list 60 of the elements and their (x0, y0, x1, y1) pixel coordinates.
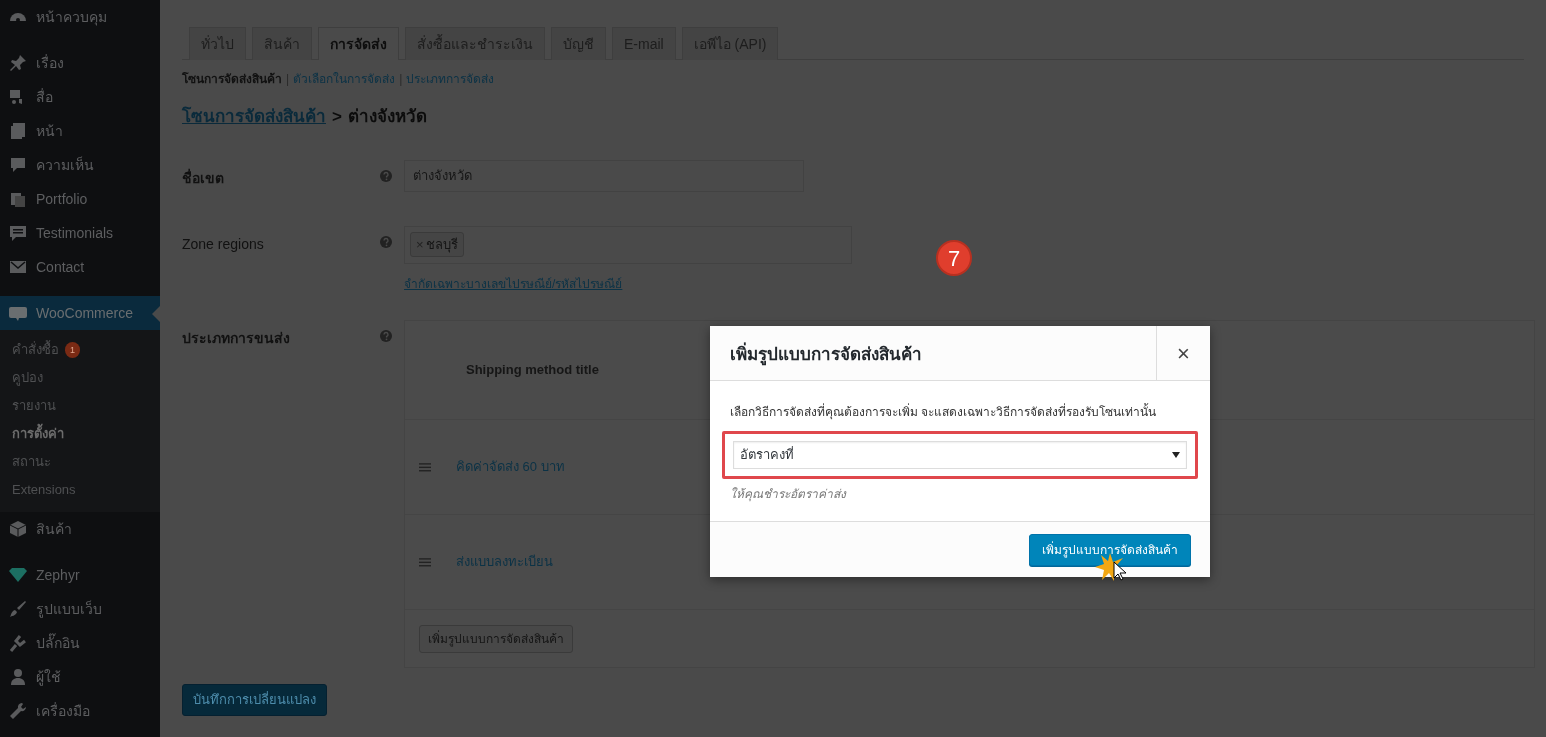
paintbrush-icon (8, 599, 28, 619)
separator-text: | (399, 71, 403, 88)
shipping-method-select[interactable]: อัตราคงที่ (733, 441, 1187, 469)
save-changes-button[interactable]: บันทึกการเปลี่ยนแปลง (182, 684, 327, 716)
help-icon[interactable] (380, 169, 392, 182)
hint-text: ให้คุณชำระอัตราค่าส่ง (730, 486, 848, 503)
drag-handle-icon[interactable] (419, 557, 431, 567)
sidebar-item[interactable]: ปลั๊กอิน (0, 626, 160, 660)
wrench-icon (8, 701, 28, 721)
sidebar-item[interactable]: เครื่องมือ (0, 694, 160, 728)
separator-text: | (286, 71, 290, 88)
submenu-item[interactable]: สถานะ (0, 448, 160, 476)
sidebar-item[interactable]: สินค้า (0, 512, 160, 546)
modal-description: เลือกวิธีการจัดส่งที่คุณต้องการจะเพิ่ม จะแสดงเฉพาะวิธีการจัดส่งที่รองรับโซนเท่านั้น (730, 403, 1158, 421)
sidebar-item[interactable]: สื่อ (0, 80, 160, 114)
subnav-item[interactable]: โซนการจัดส่งสินค้า (182, 70, 282, 88)
sidebar-item[interactable]: Testimonials (0, 216, 160, 250)
sidebar-item[interactable]: Zephyr (0, 558, 160, 592)
remove-tag-button[interactable]: × (416, 236, 424, 252)
step-number-badge: 7 (936, 240, 972, 276)
sidebar-item[interactable]: รูปแบบเว็บ (0, 592, 160, 626)
tab[interactable]: การจัดส่ง (318, 27, 399, 60)
count-badge: 1 (65, 342, 80, 358)
box-icon (8, 519, 28, 539)
breadcrumb-separator: > (332, 106, 342, 128)
modal-title: เพิ่มรูปแบบการจัดส่งสินค้า (710, 326, 1156, 380)
field-label: ประเภทการขนส่ง (182, 329, 291, 348)
help-icon[interactable] (380, 235, 392, 248)
person-icon (8, 667, 28, 687)
sidebar-item[interactable]: ผู้ใช้ (0, 660, 160, 694)
pushpin-icon (8, 53, 28, 73)
sidebar-item[interactable]: หน้า (0, 114, 160, 148)
sidebar-item[interactable]: หน้าควบคุม (0, 0, 160, 34)
breadcrumb-link[interactable]: โซนการจัดส่งสินค้า (182, 104, 326, 130)
caret-icon (1172, 452, 1180, 458)
field-label: Zone regions (182, 234, 265, 254)
postcode-limit-link[interactable]: จำกัดเฉพาะบางเลขไปรษณีย์/รหัสไปรษณีย์ (404, 274, 623, 293)
shipping-method-title[interactable]: คิดค่าจัดส่ง 60 บาท (456, 457, 565, 477)
sidebar-item[interactable]: Portfolio (0, 182, 160, 216)
field-label: ชื่อเขต (182, 167, 225, 188)
select-value: อัตราคงที่ (740, 445, 794, 465)
submenu-item[interactable]: การตั้งค่า (0, 420, 160, 448)
sidebar-item[interactable]: Contact (0, 250, 160, 284)
drag-handle-icon[interactable] (419, 462, 431, 472)
speech-bubble-icon (8, 155, 28, 175)
submenu-item[interactable]: คำสั่งซื้อ (0, 336, 59, 364)
submenu-item[interactable]: Extensions (0, 476, 160, 504)
add-shipping-method-button[interactable]: เพิ่มรูปแบบการจัดส่งสินค้า (1029, 533, 1191, 566)
message-icon (8, 223, 28, 243)
breadcrumb-current: ต่างจังหวัด (347, 106, 427, 128)
submenu-item[interactable]: รายงาน (0, 392, 160, 420)
sidebar-item[interactable]: ความเห็น (0, 148, 160, 182)
page-icon (8, 121, 28, 141)
shipping-method-title[interactable]: ส่งแบบลงทะเบียน (456, 552, 553, 572)
subnav-link[interactable]: ประเภทการจัดส่ง (406, 70, 495, 88)
sidebar-item[interactable]: เรื่อง (0, 46, 160, 80)
submenu-item[interactable]: คูปอง (0, 364, 160, 392)
help-icon[interactable] (380, 330, 392, 342)
sidebar-item[interactable]: WooCommerce (0, 296, 160, 330)
subnav-link[interactable]: ตัวเลือกในการจัดส่ง (293, 70, 396, 88)
